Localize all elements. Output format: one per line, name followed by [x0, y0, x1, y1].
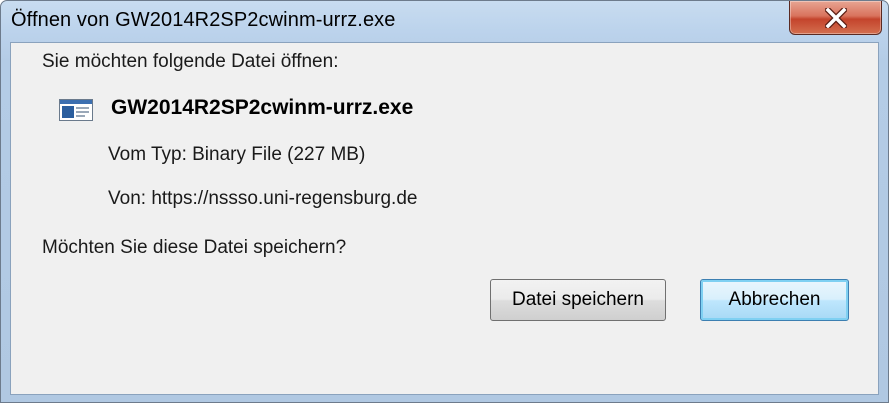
download-dialog-window: Öffnen von GW2014R2SP2cwinm-urrz.exe Sie… — [0, 0, 889, 403]
close-button[interactable] — [789, 1, 882, 35]
cancel-button[interactable]: Abbrechen — [700, 279, 849, 321]
save-file-button[interactable]: Datei speichern — [490, 279, 666, 321]
window-title: Öffnen von GW2014R2SP2cwinm-urrz.exe — [11, 9, 396, 31]
file-type-info: Vom Typ: Binary File (227 MB) — [108, 144, 366, 165]
open-prompt-text: Sie möchten folgende Datei öffnen: — [42, 51, 339, 72]
application-file-icon — [59, 99, 93, 121]
title-bar[interactable]: Öffnen von GW2014R2SP2cwinm-urrz.exe — [1, 1, 888, 41]
close-icon — [825, 8, 847, 28]
save-question-text: Möchten Sie diese Datei speichern? — [42, 237, 347, 258]
dialog-content — [10, 42, 879, 395]
file-source-info: Von: https://nssso.uni-regensburg.de — [108, 188, 418, 209]
file-name: GW2014R2SP2cwinm-urrz.exe — [111, 96, 414, 119]
